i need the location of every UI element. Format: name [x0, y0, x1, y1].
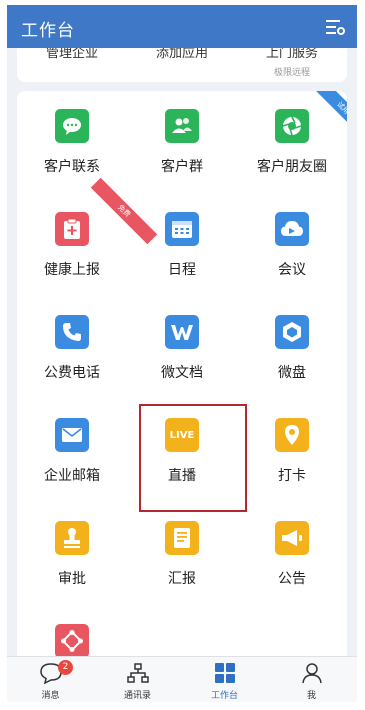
stamp-icon [55, 521, 89, 555]
app-grid: 客户联系 客户群 客户朋友圈 试用 健康上报 免费 日程 会议 公费电话 微文档… [17, 91, 347, 671]
phone-icon [55, 315, 89, 349]
app-approval[interactable]: 审批 [17, 503, 127, 606]
app-check-in[interactable]: 打卡 [237, 400, 347, 503]
app-label: 公费电话 [44, 365, 100, 381]
app-report[interactable]: 汇报 [127, 503, 237, 606]
app-paid-call[interactable]: 公费电话 [17, 297, 127, 400]
chat-bubble-icon [55, 109, 89, 143]
drive-icon [275, 315, 309, 349]
app-micro-doc[interactable]: 微文档 [127, 297, 237, 400]
app-company-mail[interactable]: 企业邮箱 [17, 400, 127, 503]
tab-me[interactable]: 我 [268, 657, 355, 702]
grid-icon [215, 663, 235, 683]
live-highlight-box [139, 404, 247, 512]
app-customer-moments[interactable]: 客户朋友圈 [237, 91, 347, 194]
app-meeting[interactable]: 会议 [237, 194, 347, 297]
title-bar: 工作台 [7, 5, 357, 48]
aperture-icon [275, 109, 309, 143]
org-chart-icon [127, 663, 149, 683]
person-icon [302, 663, 322, 684]
cloud-camera-icon [275, 212, 309, 246]
add-app-link[interactable]: 添加应用 [127, 48, 237, 61]
manage-company-link[interactable]: 管理企业 [17, 48, 127, 61]
phone-screen: 工作台 管理企业 添加应用 上门服务 极限远程 客户联系 客户群 客户朋友圈 试… [7, 5, 357, 702]
w-document-icon [165, 315, 199, 349]
tab-label: 通讯录 [123, 691, 151, 701]
onsite-service-link[interactable]: 上门服务 [237, 48, 347, 61]
app-schedule[interactable]: 日程 [127, 194, 237, 297]
app-label: 健康上报 [44, 262, 100, 278]
network-icon [55, 624, 89, 658]
location-pin-icon [275, 418, 309, 452]
app-label: 审批 [58, 571, 86, 587]
onsite-service-sublabel: 极限远程 [273, 68, 310, 78]
tab-label: 消息 [41, 691, 60, 701]
app-label: 客户联系 [44, 159, 100, 175]
people-icon [165, 109, 199, 143]
tab-contacts[interactable]: 通讯录 [94, 657, 181, 702]
page-title: 工作台 [21, 21, 75, 41]
app-label: 汇报 [168, 571, 196, 587]
unread-badge: 2 [58, 660, 73, 675]
app-label: 会议 [278, 262, 306, 278]
clipboard-plus-icon [55, 212, 89, 246]
tab-label: 工作台 [210, 691, 238, 701]
app-health-report[interactable]: 健康上报 [17, 194, 127, 297]
app-label: 企业邮箱 [44, 468, 100, 484]
tab-workbench[interactable]: 工作台 [181, 657, 268, 702]
app-label: 公告 [278, 571, 306, 587]
tab-messages[interactable]: 2 消息 [7, 657, 94, 702]
app-announcement[interactable]: 公告 [237, 503, 347, 606]
megaphone-icon [275, 521, 309, 555]
app-label: 日程 [168, 262, 196, 278]
app-customer-contact[interactable]: 客户联系 [17, 91, 127, 194]
calendar-icon [165, 212, 199, 246]
app-label: 客户群 [161, 159, 203, 175]
bottom-tab-bar: 2 消息 通讯录 工作台 我 [7, 656, 357, 702]
app-label: 客户朋友圈 [257, 159, 327, 175]
report-icon [165, 521, 199, 555]
app-label: 打卡 [278, 468, 306, 484]
shortcut-card: 管理企业 添加应用 上门服务 极限远程 [17, 48, 347, 82]
app-customer-group[interactable]: 客户群 [127, 91, 237, 194]
app-label: 微盘 [278, 365, 306, 381]
settings-icon[interactable] [325, 18, 345, 36]
tab-label: 我 [306, 691, 316, 701]
app-micro-drive[interactable]: 微盘 [237, 297, 347, 400]
app-label: 微文档 [161, 365, 203, 381]
mail-icon [55, 418, 89, 452]
